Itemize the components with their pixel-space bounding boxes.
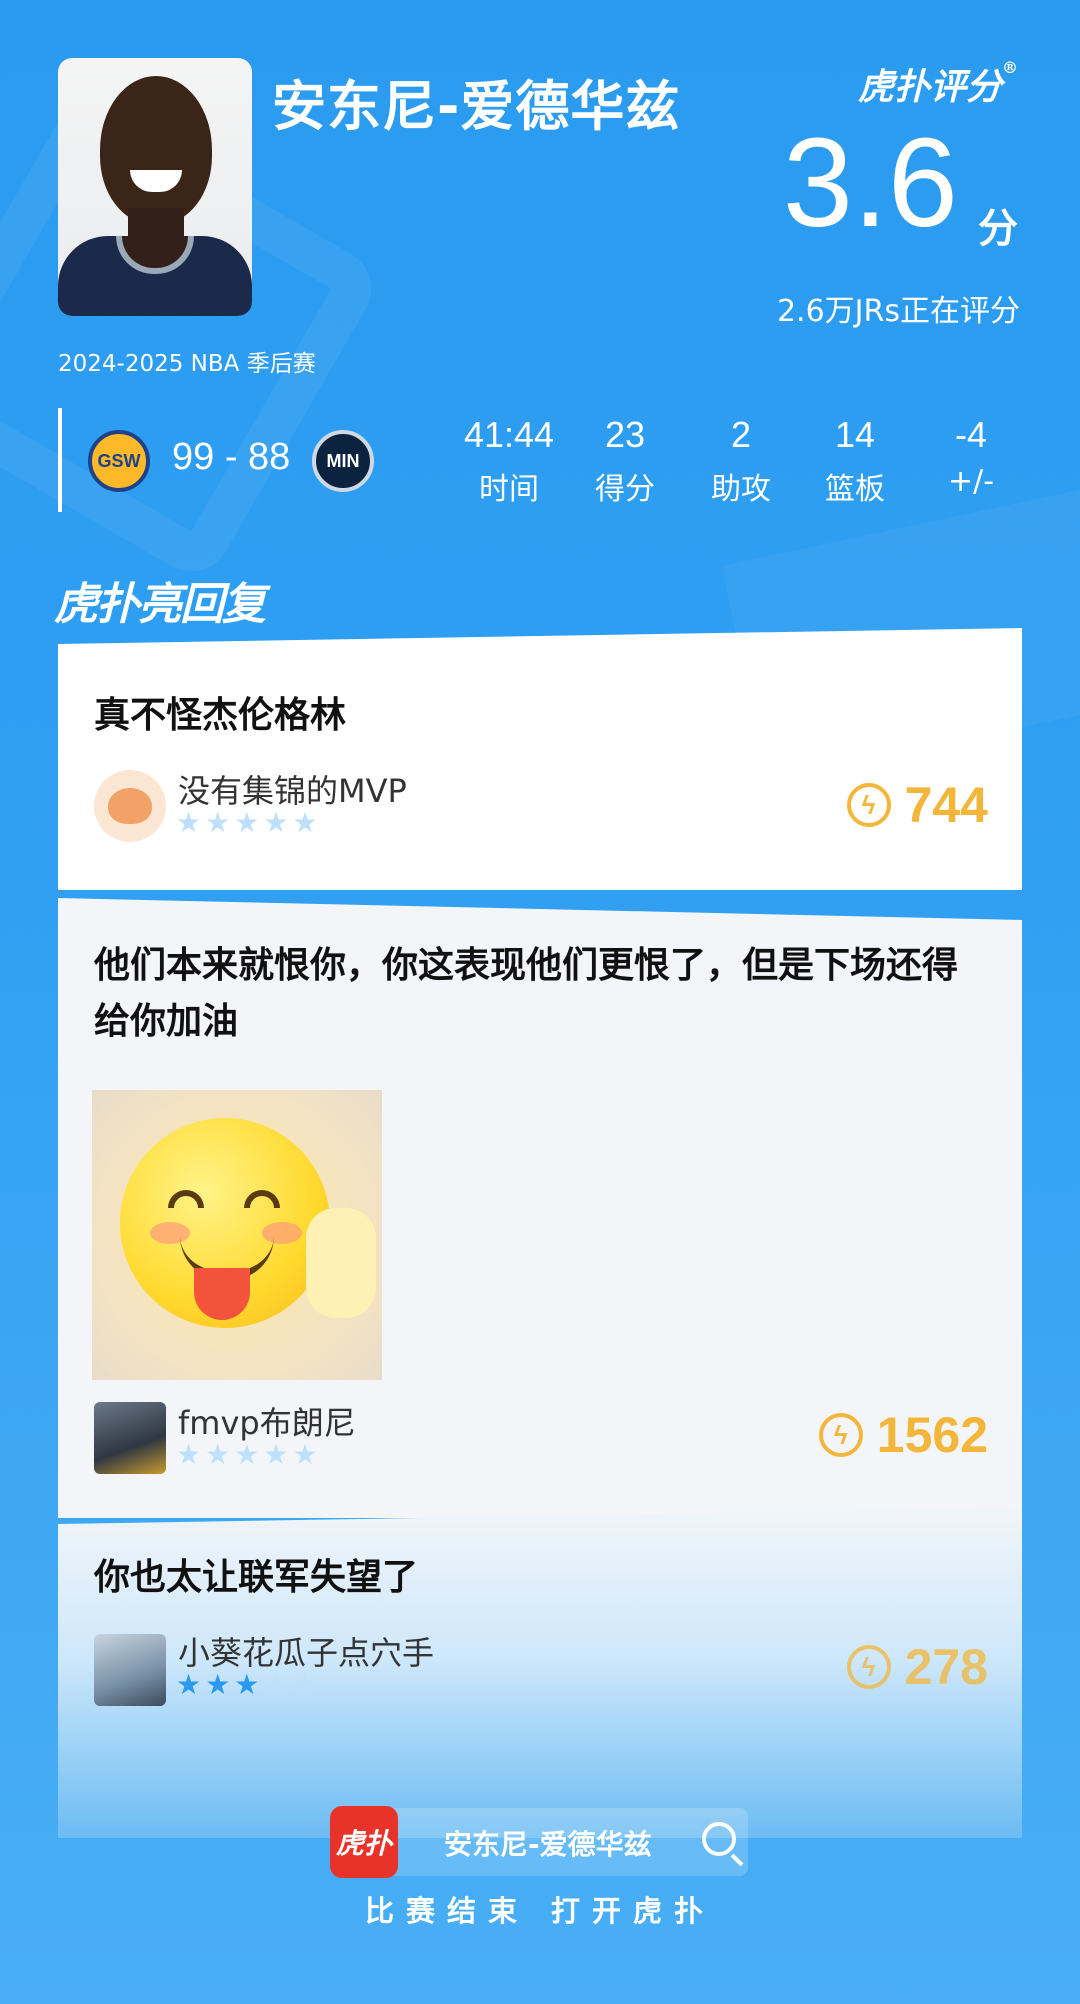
season-label: 2024-2025 NBA 季后赛: [58, 351, 316, 377]
search-text[interactable]: 安东尼-爱德华兹: [444, 1823, 652, 1863]
user-star-rating: ★★★★★: [176, 806, 322, 839]
like-button[interactable]: ϟ 1562: [818, 1406, 988, 1464]
team-logo-min: MIN: [312, 430, 374, 492]
user-star-rating: ★★★★★: [176, 1668, 322, 1701]
raters-count: 2.6万JRs正在评分: [776, 294, 1020, 329]
star-icon: ★: [263, 1668, 293, 1701]
emoji-thumbs-up: [306, 1208, 376, 1318]
comment-text: 你也太让联军失望了: [94, 1557, 419, 1598]
stat-label: 时间: [479, 472, 539, 507]
lightbulb-icon: ϟ: [818, 1413, 863, 1457]
comment-list: 真不怪杰伦格林 没有集锦的MVP ★★★★★ ϟ 744 他们本来就恨你，你这表…: [58, 628, 1022, 1838]
user-avatar[interactable]: [94, 770, 166, 842]
stats-divider: [58, 408, 62, 512]
like-button[interactable]: ϟ 278: [846, 1638, 988, 1696]
emoji-eye: [168, 1190, 204, 1208]
star-icon: ★: [205, 1668, 235, 1701]
rating-unit: 分: [978, 206, 1018, 252]
emoji-face: [120, 1118, 330, 1328]
footer-caption: 比赛结束 打开虎扑: [364, 1894, 716, 1928]
user-star-rating: ★★★★★: [176, 1438, 322, 1471]
user-avatar[interactable]: [94, 1634, 166, 1706]
brand-text: 虎扑评分: [857, 66, 1002, 108]
like-count: 278: [904, 1639, 988, 1695]
star-icon: ★: [234, 1438, 264, 1471]
comment-text: 他们本来就恨你，你这表现他们更恨了，但是下场还得给你加油: [94, 945, 959, 1042]
stat-label: 篮板: [825, 472, 885, 507]
stat-assists: 2 助攻: [676, 414, 806, 508]
like-button[interactable]: ϟ 744: [846, 776, 988, 834]
star-icon: ★: [292, 806, 322, 839]
star-icon: ★: [205, 806, 235, 839]
lightbulb-icon: ϟ: [846, 1645, 891, 1689]
star-icon: ★: [263, 1438, 293, 1471]
star-icon: ★: [176, 806, 206, 839]
star-icon: ★: [263, 806, 293, 839]
stat-points: 23 得分: [560, 414, 690, 508]
like-count: 1562: [876, 1407, 988, 1463]
stat-label: 助攻: [711, 472, 771, 507]
emoji-eye: [244, 1190, 280, 1208]
star-icon: ★: [176, 1438, 206, 1471]
user-avatar[interactable]: [94, 1402, 166, 1474]
comment-card[interactable]: 他们本来就恨你，你这表现他们更恨了，但是下场还得给你加油 fmvp布朗尼 ★★★…: [58, 898, 1022, 1518]
star-icon: ★: [176, 1668, 206, 1701]
comment-text: 真不怪杰伦格林: [94, 695, 347, 736]
star-icon: ★: [205, 1438, 235, 1471]
star-icon: ★: [234, 806, 264, 839]
rating-score: 3.6: [782, 112, 958, 253]
stat-time: 41:44 时间: [444, 414, 574, 508]
lightbulb-icon: ϟ: [846, 783, 891, 827]
stat-value: 41:44: [463, 414, 555, 455]
like-count: 744: [904, 777, 988, 833]
registered-mark: ®: [1002, 58, 1018, 77]
section-title: 虎扑亮回复: [54, 579, 266, 630]
star-icon: ★: [234, 1668, 264, 1701]
stat-plus-minus: -4 +/-: [906, 414, 1036, 499]
team-logo-gsw: GSW: [88, 430, 150, 492]
stat-value: 14: [834, 414, 876, 455]
stat-value: 2: [730, 414, 752, 455]
emoji-tongue: [194, 1268, 250, 1320]
game-score: 99 - 88: [172, 436, 291, 478]
emoji-sticker-image[interactable]: [92, 1090, 382, 1380]
stat-label: +/-: [947, 464, 995, 499]
player-photo: [58, 58, 252, 316]
stat-value: -4: [954, 414, 987, 455]
player-head: [100, 76, 212, 224]
stat-label: 得分: [595, 472, 655, 507]
hupu-app-icon[interactable]: 虎扑: [330, 1806, 398, 1878]
player-name: 安东尼-爱德华兹: [272, 75, 681, 138]
comment-card[interactable]: 真不怪杰伦格林 没有集锦的MVP ★★★★★ ϟ 744: [58, 628, 1022, 890]
star-icon: ★: [292, 1438, 322, 1471]
hupu-rating-logo: 虎扑评分®: [858, 58, 1018, 110]
search-icon[interactable]: [702, 1822, 736, 1856]
stat-rebounds: 14 篮板: [790, 414, 920, 508]
star-icon: ★: [292, 1668, 322, 1701]
comment-card[interactable]: 你也太让联军失望了 小葵花瓜子点穴手 ★★★★★ ϟ 278: [58, 1508, 1022, 1838]
stat-value: 23: [604, 414, 646, 455]
